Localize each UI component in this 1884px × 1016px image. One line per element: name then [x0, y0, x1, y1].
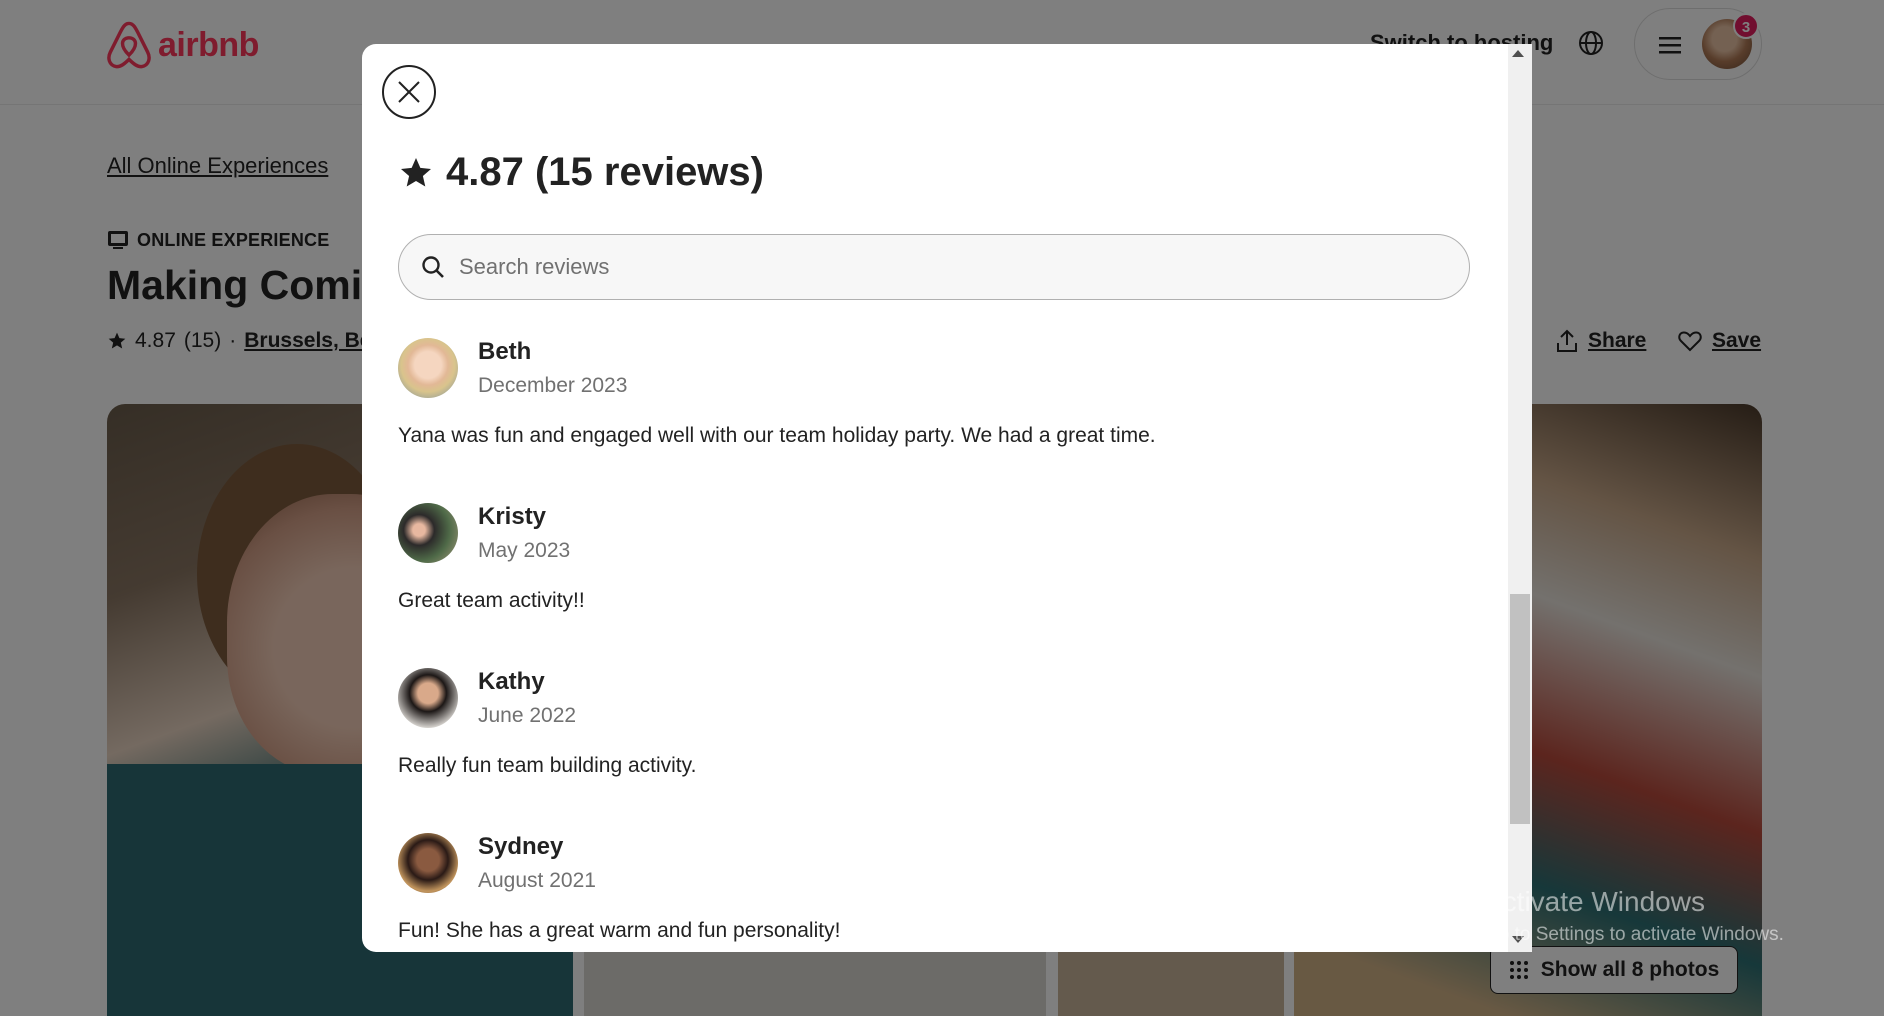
review-item: Kathy June 2022 Really fun team building…: [398, 668, 1488, 833]
reviewer-name: Kathy: [478, 668, 545, 695]
review-header: Kathy June 2022: [398, 668, 1488, 728]
reviewer-name: Sydney: [478, 833, 564, 860]
review-item: Sydney August 2021 Fun! She has a great …: [398, 833, 1488, 952]
review-date: August 2021: [478, 869, 596, 892]
reviews-list: Beth December 2023 Yana was fun and enga…: [398, 338, 1488, 952]
reviewer-name: Beth: [478, 338, 532, 365]
reviewer-avatar[interactable]: [398, 338, 458, 398]
search-reviews-bar[interactable]: [398, 234, 1470, 300]
reviewer-avatar[interactable]: [398, 668, 458, 728]
review-text: Fun! She has a great warm and fun person…: [398, 919, 841, 942]
close-icon: [398, 81, 420, 103]
review-item: Kristy May 2023 Great team activity!!: [398, 503, 1488, 668]
rating-title: 4.87 (15 reviews): [446, 150, 764, 194]
review-text: Great team activity!!: [398, 589, 585, 612]
reviewer-name: Kristy: [478, 503, 547, 530]
reviewer-avatar[interactable]: [398, 503, 458, 563]
search-icon: [422, 256, 444, 278]
modal-scrollbar-thumb[interactable]: [1510, 594, 1530, 824]
review-item: Beth December 2023 Yana was fun and enga…: [398, 338, 1488, 503]
rating-header: 4.87 (15 reviews): [398, 150, 764, 195]
reviews-modal: 4.87 (15 reviews) Beth December 2023 Yan…: [362, 44, 1532, 952]
review-header: Kristy May 2023: [398, 503, 1488, 563]
star-icon: [401, 157, 431, 186]
watermark-title: Activate Windows: [1484, 886, 1705, 917]
review-date: May 2023: [478, 539, 571, 562]
windows-activation-watermark: Activate Windows Go to Settings to activ…: [1484, 886, 1784, 946]
reviewer-avatar[interactable]: [398, 833, 458, 893]
review-text: Really fun team building activity.: [398, 754, 697, 777]
review-date: December 2023: [478, 374, 628, 397]
search-reviews-input[interactable]: [459, 254, 1359, 280]
review-header: Beth December 2023: [398, 338, 1488, 398]
scroll-up-arrow-icon[interactable]: [1512, 50, 1524, 57]
close-button[interactable]: [382, 65, 436, 119]
review-text: Yana was fun and engaged well with our t…: [398, 424, 1156, 447]
review-header: Sydney August 2021: [398, 833, 1488, 893]
review-date: June 2022: [478, 704, 577, 727]
watermark-subtitle: Go to Settings to activate Windows.: [1484, 924, 1784, 945]
